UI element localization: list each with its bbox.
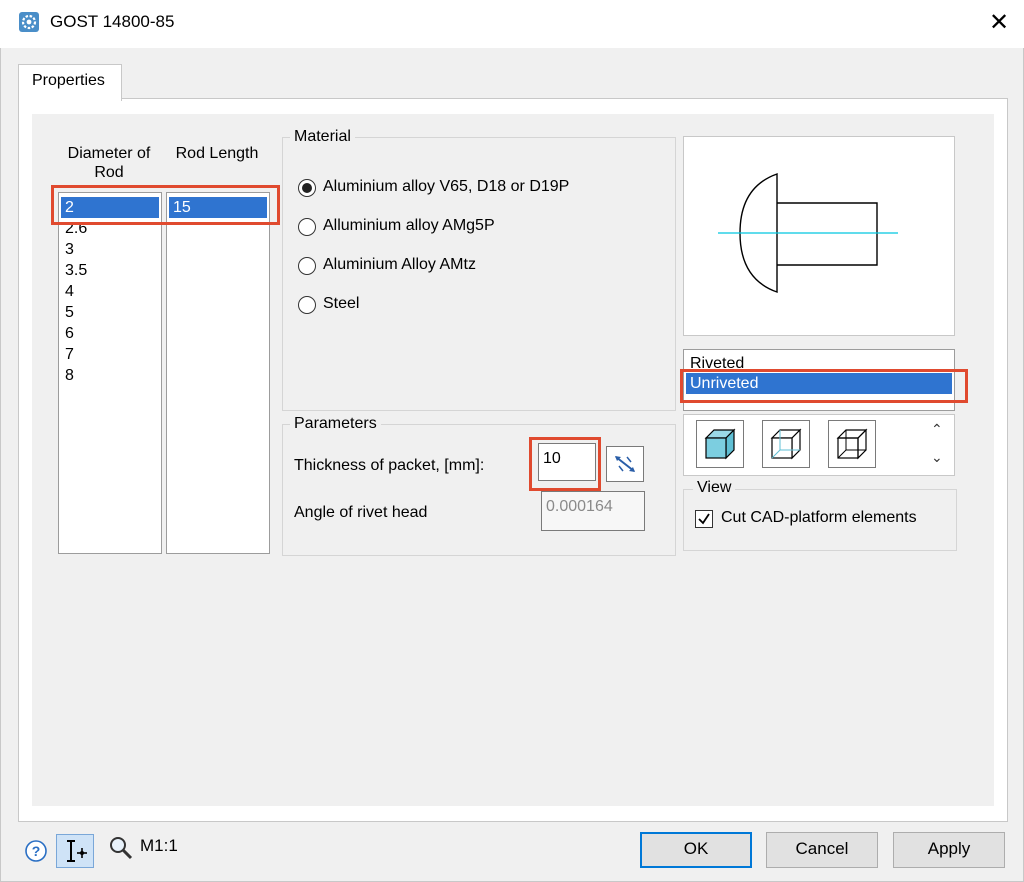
rivet-drawing-icon [718, 173, 898, 293]
wireframe-view-button[interactable] [828, 420, 876, 468]
list-item[interactable]: 4 [61, 281, 74, 302]
material-radio-steel[interactable] [298, 296, 316, 314]
angle-input: 0.000164 [541, 491, 645, 531]
svg-text:?: ? [32, 843, 41, 859]
thickness-label: Thickness of packet, [mm]: [294, 457, 485, 474]
wireframe-cube-icon [836, 428, 868, 460]
measure-arrow-icon [615, 456, 635, 472]
scroll-down-icon[interactable]: ⌄ [931, 449, 943, 466]
material-radio-amg5p[interactable] [298, 218, 316, 236]
list-item[interactable]: 3 [61, 239, 74, 260]
list-item[interactable]: 6 [61, 323, 74, 344]
pick-point-button[interactable] [56, 834, 94, 868]
hidden-lines-view-button[interactable] [762, 420, 810, 468]
material-group-label: Material [290, 128, 355, 146]
view-mode-bar: ⌃ ⌄ [683, 414, 955, 476]
cube-hidden-lines-icon [770, 428, 802, 460]
material-option-label[interactable]: Aluminium Alloy AMtz [323, 256, 476, 274]
window-title: GOST 14800-85 [50, 12, 175, 31]
material-option-label[interactable]: Steel [323, 295, 359, 313]
material-option-label[interactable]: Aluminium alloy V65, D18 or D19P [323, 178, 569, 196]
app-gear-icon [19, 12, 39, 32]
parameters-group-label: Parameters [290, 415, 381, 433]
angle-label: Angle of rivet head [294, 504, 428, 521]
scale-label: M1:1 [140, 836, 178, 855]
view-group-label: View [693, 479, 736, 497]
length-list[interactable]: 15 [166, 192, 270, 554]
tab-label: Properties [32, 72, 105, 89]
cut-elements-label[interactable]: Cut CAD-platform elements [721, 509, 917, 527]
apply-button[interactable]: Apply [893, 832, 1005, 868]
tab-properties[interactable]: Properties [18, 64, 122, 101]
list-item[interactable]: 7 [61, 344, 74, 365]
measure-button[interactable] [606, 446, 644, 482]
list-item[interactable]: 3.5 [61, 260, 87, 281]
diameter-column-header: Diameter of Rod [67, 145, 151, 181]
list-item[interactable]: 8 [61, 365, 74, 386]
shaded-view-button[interactable] [696, 420, 744, 468]
help-icon[interactable]: ? [25, 840, 47, 862]
parameters-group [282, 424, 676, 556]
close-icon[interactable]: ✕ [984, 8, 1014, 38]
list-item[interactable]: 5 [61, 302, 74, 323]
material-option-label[interactable]: Alluminium alloy AMg5P [323, 217, 495, 235]
cursor-point-icon [67, 840, 87, 862]
diameter-list[interactable]: 2 2.6 3 3.5 4 5 6 7 8 [58, 192, 162, 554]
ok-button[interactable]: OK [640, 832, 752, 868]
thickness-highlight [529, 437, 601, 491]
cut-elements-checkbox[interactable] [695, 510, 713, 528]
length-column-header: Rod Length [175, 145, 259, 162]
material-radio-amtz[interactable] [298, 257, 316, 275]
rivet-state-highlight [680, 369, 968, 403]
scroll-up-icon[interactable]: ⌃ [931, 421, 943, 438]
zoom-icon[interactable] [108, 835, 134, 861]
shaded-cube-icon [704, 428, 736, 460]
material-radio-v65[interactable] [298, 179, 316, 197]
checkmark-icon [698, 513, 710, 525]
rivet-preview [683, 136, 955, 336]
cancel-button[interactable]: Cancel [766, 832, 878, 868]
selection-highlight [51, 185, 280, 225]
title-bar: GOST 14800-85 ✕ [0, 0, 1024, 48]
